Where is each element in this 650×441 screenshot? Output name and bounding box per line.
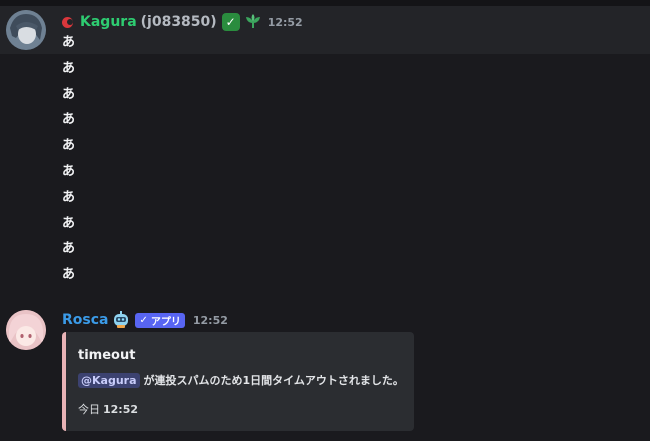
embed-footer: 今日 12:52 bbox=[78, 401, 138, 417]
embed-description: @Kagura が連投スパムのため1日間タイムアウトされました。 bbox=[78, 372, 404, 388]
message-line: あ bbox=[62, 241, 76, 257]
message-line: あ bbox=[62, 60, 76, 76]
message-lines: あ あ あ あ あ あ あ あ あ あ bbox=[62, 36, 75, 294]
message-line: あ bbox=[62, 112, 76, 128]
avatar[interactable] bbox=[6, 10, 46, 50]
embed-footer-day: 今日 bbox=[78, 403, 100, 416]
message-header: Rosca ✓ アプリ 12:52 bbox=[62, 310, 228, 330]
avatar[interactable] bbox=[6, 310, 46, 350]
app-badge: ✓ アプリ bbox=[135, 312, 185, 328]
message-line: あ bbox=[62, 35, 76, 50]
message-line: あ bbox=[62, 267, 76, 283]
user-mention[interactable]: @Kagura bbox=[78, 372, 140, 388]
leaf-badge-icon[interactable] bbox=[244, 13, 262, 31]
avatar-image bbox=[6, 10, 46, 50]
robot-badge-icon[interactable] bbox=[112, 311, 130, 329]
message-line: あ bbox=[62, 215, 76, 231]
embed-description-text: が連投スパムのため1日間タイムアウトされました。 bbox=[143, 374, 404, 387]
embed-footer-time: 12:52 bbox=[103, 403, 139, 416]
embed-title: timeout bbox=[78, 348, 136, 363]
message-line: あ bbox=[62, 138, 76, 154]
avatar-image bbox=[6, 310, 46, 350]
message-line: あ bbox=[62, 163, 76, 179]
timestamp[interactable]: 12:52 bbox=[268, 16, 303, 29]
check-badge-icon[interactable]: ✓ bbox=[221, 13, 240, 31]
dnd-status-icon bbox=[62, 16, 73, 28]
verified-check-icon: ✓ bbox=[139, 314, 148, 326]
message-line: あ bbox=[62, 86, 76, 102]
username[interactable]: Kagura bbox=[80, 14, 137, 30]
embed-accent-bar bbox=[62, 332, 66, 431]
username[interactable]: Rosca bbox=[62, 312, 108, 328]
message-line: あ bbox=[62, 189, 76, 205]
timestamp[interactable]: 12:52 bbox=[193, 314, 228, 327]
user-id: (j083850) bbox=[140, 14, 217, 30]
message-header: Kagura (j083850) ✓ 12:52 bbox=[62, 12, 303, 32]
embed-card: timeout @Kagura が連投スパムのため1日間タイムアウトされました。… bbox=[62, 332, 414, 431]
app-badge-label: アプリ bbox=[150, 316, 181, 328]
